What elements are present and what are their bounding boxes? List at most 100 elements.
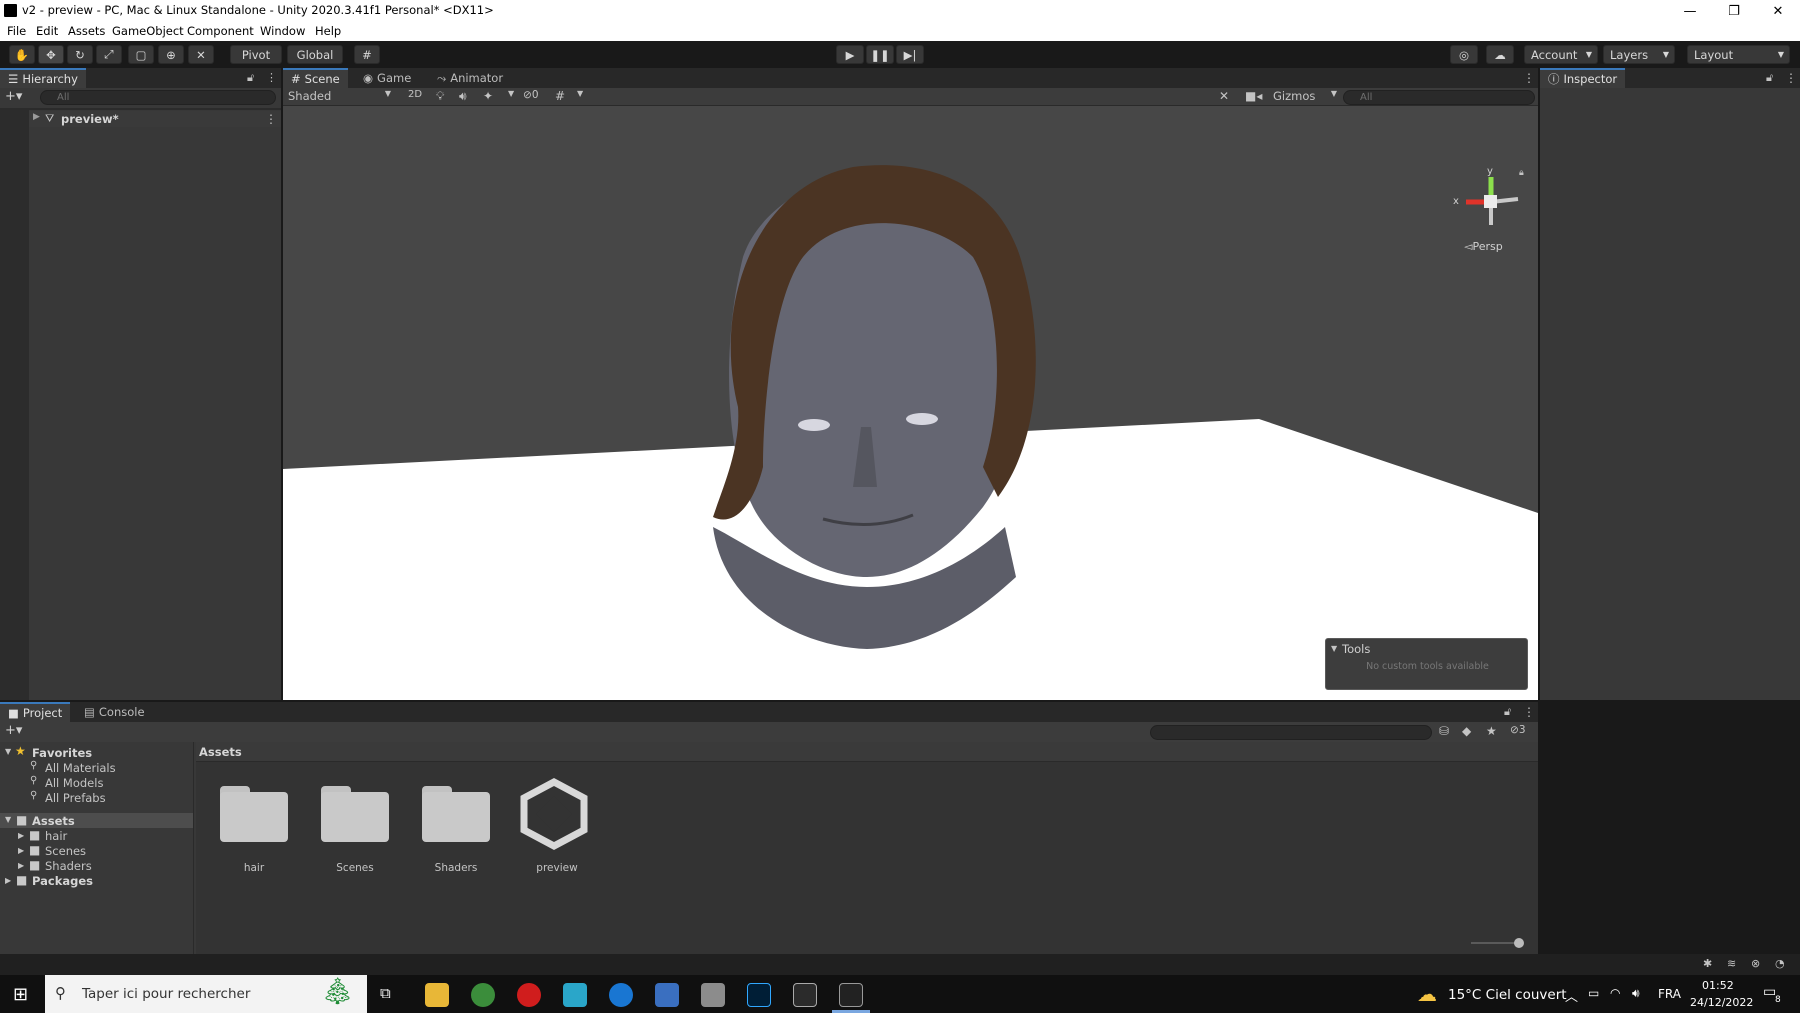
opera-icon[interactable] (517, 983, 541, 1007)
tab-project[interactable]: ■ Project (0, 702, 71, 722)
grid-icon[interactable]: # (555, 89, 565, 103)
asset-label-hair[interactable]: hair (209, 862, 299, 874)
tree-item-assets[interactable]: ▼ ■ Assets (0, 813, 193, 828)
asset-folder-shaders-icon[interactable] (422, 786, 490, 842)
rect-tool-icon[interactable]: ▢ (128, 45, 154, 64)
custom-tool-icon[interactable]: ✕ (188, 45, 214, 64)
collab-icon[interactable]: ◎ (1450, 45, 1478, 64)
tab-inspector[interactable]: ⓘ Inspector (1540, 68, 1626, 88)
asset-label-shaders[interactable]: Shaders (411, 862, 501, 874)
breadcrumb-assets[interactable]: Assets (199, 745, 242, 759)
shading-mode-dropdown[interactable]: Shaded ▼ (285, 89, 395, 105)
taskbar-search-input[interactable]: ⚲ Taper ici pour rechercher 🎄︎ (45, 975, 367, 1013)
more-icon[interactable]: ⋮ (265, 112, 277, 126)
tools-icon[interactable]: ✕ (1219, 89, 1229, 103)
task-view-icon[interactable]: ⧉ (380, 984, 391, 1002)
tree-item-scenes[interactable]: Scenes (45, 844, 86, 858)
asset-label-scenes[interactable]: Scenes (310, 862, 400, 874)
unity-scene-asset-icon[interactable] (518, 778, 590, 850)
more-icon[interactable]: ⋮ (266, 71, 277, 84)
search-by-label-icon[interactable]: ◆ (1462, 724, 1471, 738)
tab-hierarchy[interactable]: ☰ Hierarchy (0, 68, 86, 88)
project-search-input[interactable] (1150, 725, 1432, 740)
tab-animator[interactable]: ⤳ Animator (429, 68, 511, 88)
minimize-button[interactable]: — (1668, 0, 1712, 22)
zoom-slider-handle[interactable] (1514, 938, 1524, 948)
tree-item-hair[interactable]: hair (45, 829, 67, 843)
clock-date[interactable]: 24/12/2022 (1690, 996, 1753, 1009)
transform-tool-icon[interactable]: ⊕ (158, 45, 184, 64)
create-button[interactable]: +▾ (5, 89, 22, 104)
layers-stack-icon[interactable]: ≋ (1727, 957, 1736, 970)
maya-icon[interactable] (563, 983, 587, 1007)
more-icon[interactable]: ⋮ (1523, 71, 1535, 85)
clock-time[interactable]: 01:52 (1702, 979, 1734, 992)
settings-icon[interactable]: ◔ (1775, 957, 1785, 970)
hierarchy-search-input[interactable]: All (40, 90, 276, 105)
favorites-label[interactable]: Favorites (32, 746, 92, 760)
effects-icon[interactable]: ✦ (483, 89, 493, 103)
cinema-app-icon[interactable] (609, 983, 633, 1007)
chevron-down-icon[interactable]: ▼ (577, 89, 583, 98)
lock-icon[interactable]: 🔓︎ (247, 71, 254, 85)
asset-folder-hair-icon[interactable] (220, 786, 288, 842)
collapse-arrow-icon[interactable]: ▼ (1331, 644, 1337, 653)
search-by-type-icon[interactable]: ⛁ (1439, 724, 1449, 738)
scale-tool-icon[interactable]: ⤢ (96, 45, 122, 64)
language-indicator[interactable]: FRA (1658, 987, 1681, 1001)
chevron-up-icon[interactable]: ︿ (1565, 986, 1578, 1005)
image-viewer-icon[interactable] (701, 983, 725, 1007)
scene-viewport[interactable] (283, 107, 1538, 700)
more-icon[interactable]: ⋮ (1523, 705, 1535, 719)
rotate-tool-icon[interactable]: ↻ (67, 45, 93, 64)
asset-label-preview[interactable]: preview (512, 862, 602, 874)
scene-search-input[interactable]: All (1343, 90, 1535, 105)
menu-help[interactable]: Help (315, 24, 341, 38)
expand-arrow-icon[interactable]: ▶ (18, 831, 24, 840)
grid-snap-icon[interactable]: # (354, 45, 380, 64)
maximize-button[interactable]: ❐ (1712, 0, 1756, 22)
expand-arrow-icon[interactable]: ▶ (33, 112, 40, 122)
menu-window[interactable]: Window (260, 24, 305, 38)
device-icon[interactable]: ▭ (1588, 986, 1599, 1000)
expand-arrow-icon[interactable]: ▶ (18, 861, 24, 870)
menu-file[interactable]: File (7, 24, 26, 38)
menu-edit[interactable]: Edit (36, 24, 58, 38)
photos-icon[interactable] (655, 983, 679, 1007)
chevron-down-icon[interactable]: ▼ (508, 89, 514, 98)
hierarchy-row[interactable]: ▶ ⛛ preview* ⋮ (29, 111, 281, 127)
audio-icon[interactable]: 🔊︎ (459, 89, 467, 104)
gizmos-dropdown[interactable]: Gizmos ▼ (1273, 89, 1341, 103)
step-button[interactable]: ▶| (896, 45, 924, 64)
lock-icon[interactable]: 🔓︎ (1766, 71, 1773, 85)
account-dropdown[interactable]: Account ▼ (1524, 45, 1598, 64)
close-button[interactable]: ✕ (1756, 0, 1800, 22)
pivot-toggle[interactable]: Pivot (230, 45, 282, 64)
expand-arrow-icon[interactable]: ▶ (5, 876, 11, 885)
global-toggle[interactable]: Global (287, 45, 343, 64)
debug-icon[interactable]: ⊗ (1751, 957, 1760, 970)
expand-arrow-icon[interactable]: ▼ (5, 815, 11, 824)
hidden-packages-toggle[interactable]: ⊘3 (1510, 724, 1526, 736)
menu-component[interactable]: Component (187, 24, 254, 38)
tab-console[interactable]: ▤ Console (76, 702, 153, 722)
zoom-slider-track[interactable] (1471, 942, 1519, 944)
camera-icon[interactable]: ■◂ (1245, 89, 1262, 103)
cloud-icon[interactable]: ☁ (1486, 45, 1514, 64)
lock-icon[interactable]: 🔒︎ (1519, 168, 1524, 178)
unity-hub-icon[interactable] (793, 983, 817, 1007)
favorite-all-prefabs[interactable]: All Prefabs (45, 791, 106, 805)
tab-scene[interactable]: # Scene (283, 68, 348, 88)
menu-gameobject[interactable]: GameObject (112, 24, 184, 38)
photoshop-icon[interactable] (747, 983, 771, 1007)
projection-toggle[interactable]: ◅Persp (1464, 240, 1503, 253)
favorite-star-icon[interactable]: ★ (1486, 724, 1497, 738)
mode-2d-toggle[interactable]: 2D (403, 89, 427, 100)
asset-folder-scenes-icon[interactable] (321, 786, 389, 842)
weather-text[interactable]: 15°C Ciel couvert (1448, 987, 1567, 1003)
favorite-all-materials[interactable]: All Materials (45, 761, 116, 775)
tree-item-shaders[interactable]: Shaders (45, 859, 92, 873)
pause-button[interactable]: ❚❚ (866, 45, 894, 64)
create-button[interactable]: +▾ (5, 723, 22, 738)
hidden-objects-toggle[interactable]: ⊘0 (523, 89, 539, 101)
